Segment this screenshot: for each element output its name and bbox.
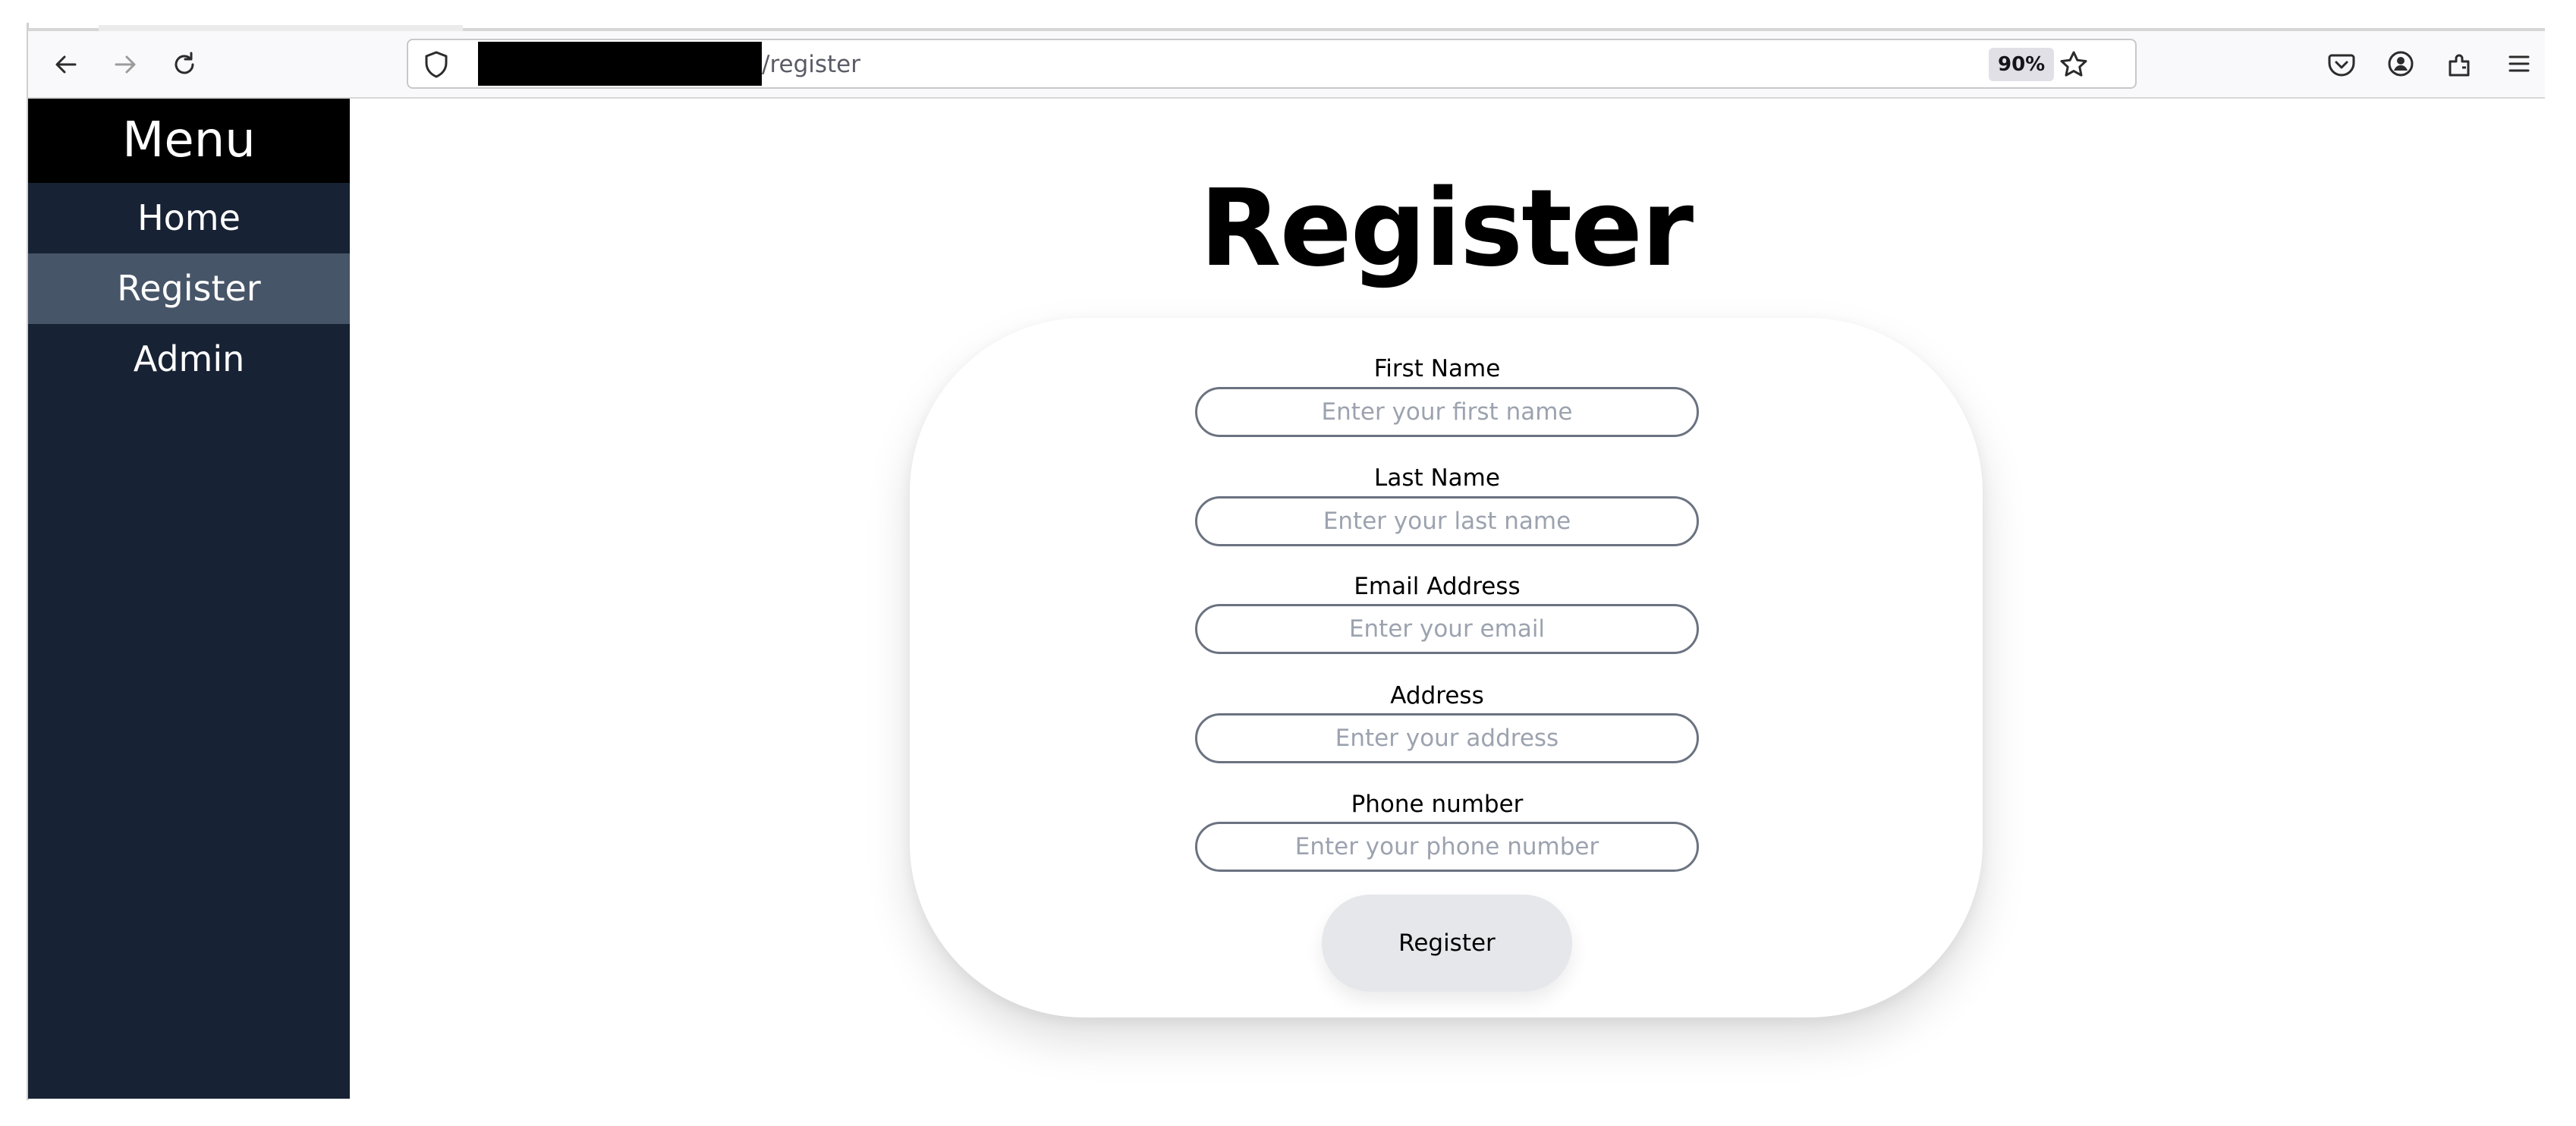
zoom-level-badge[interactable]: 90% [1989,48,2055,81]
hamburger-menu-icon[interactable] [2503,48,2535,80]
address-label: Address [1390,682,1484,709]
account-icon[interactable] [2385,48,2417,80]
page-title: Register [1199,167,1694,291]
browser-toolbar: /register 90% [28,31,2545,99]
last-name-label: Last Name [1374,464,1500,492]
email-label: Email Address [1354,573,1521,600]
first-name-label: First Name [1373,355,1501,382]
bookmark-star-icon[interactable] [2059,49,2089,80]
pocket-icon[interactable] [2326,48,2357,80]
url-path-text: /register [762,51,860,78]
forward-arrow-icon[interactable] [110,49,140,80]
register-submit-button[interactable]: Register [1322,895,1572,992]
sidebar-item-admin[interactable]: Admin [28,324,350,395]
sidebar-item-home[interactable]: Home [28,183,350,253]
reload-icon[interactable] [169,49,200,80]
last-name-input[interactable] [1195,496,1699,546]
email-input[interactable] [1195,604,1699,654]
sidebar-item-register[interactable]: Register [28,253,350,324]
address-input[interactable] [1195,713,1699,763]
address-bar[interactable]: /register 90% [407,39,2137,89]
sidebar-menu: Menu Home Register Admin [28,99,350,1099]
shield-icon[interactable] [422,49,451,80]
active-tab-edge [99,25,463,31]
extensions-icon[interactable] [2444,48,2476,80]
phone-input[interactable] [1195,822,1699,872]
phone-label: Phone number [1351,791,1524,818]
first-name-input[interactable] [1195,387,1699,437]
sidebar-title: Menu [28,99,350,183]
redacted-url-host [478,42,762,86]
back-arrow-icon[interactable] [51,49,81,80]
